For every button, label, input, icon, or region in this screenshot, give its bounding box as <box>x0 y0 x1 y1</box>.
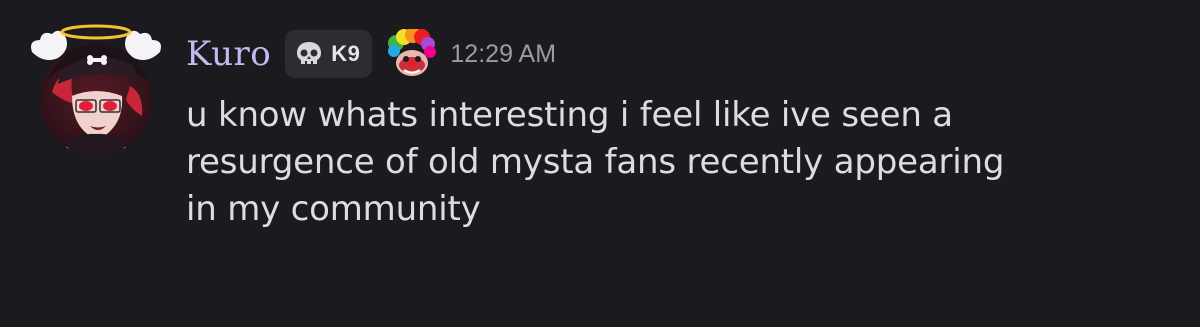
message-content: u know whats interesting i feel like ive… <box>186 92 1176 233</box>
username[interactable]: Kuro <box>186 37 271 71</box>
message-line: resurgence of old mysta fans recently ap… <box>186 142 1005 182</box>
server-tag-badge[interactable]: K9 <box>285 30 373 78</box>
halo-icon <box>60 24 132 40</box>
avatar[interactable] <box>26 22 166 162</box>
left-wing-icon <box>31 30 67 60</box>
right-wing-icon <box>125 30 161 60</box>
message-header: Kuro K9 12:29 AM <box>186 28 556 80</box>
rainbow-clown-icon[interactable] <box>386 29 437 79</box>
skull-icon <box>297 42 322 64</box>
server-tag-label: K9 <box>331 41 361 66</box>
message-line: u know whats interesting i feel like ive… <box>186 95 953 135</box>
chat-message: Kuro K9 12:29 AM u know whats interestin… <box>0 0 1200 327</box>
message-line: in my community <box>186 189 481 229</box>
message-timestamp[interactable]: 12:29 AM <box>450 40 556 69</box>
